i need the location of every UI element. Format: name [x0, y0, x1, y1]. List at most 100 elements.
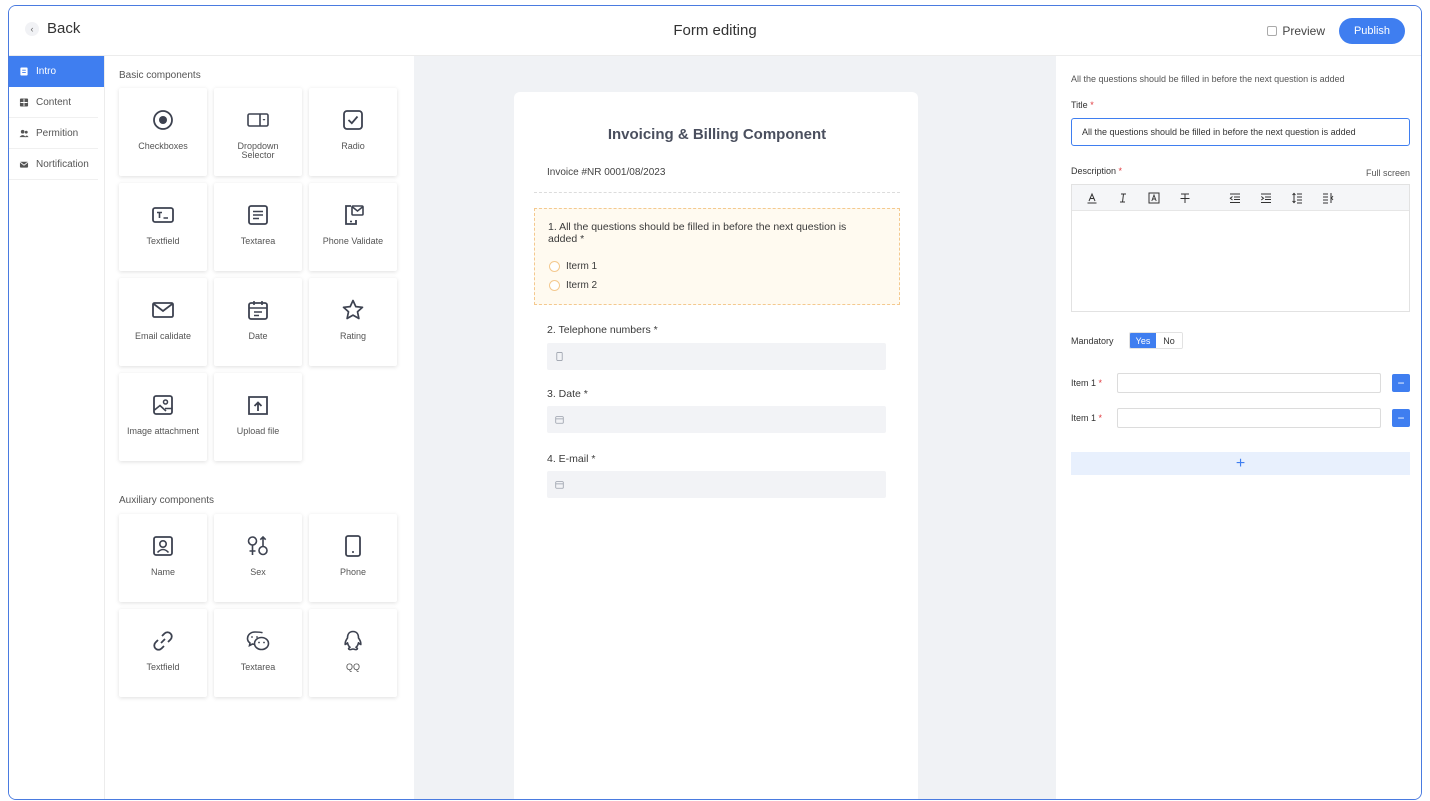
component-checkboxes[interactable]: Checkboxes	[119, 88, 207, 176]
mandatory-yes-option[interactable]: Yes	[1130, 333, 1156, 348]
sidebar-item-permition[interactable]: Permition	[9, 118, 98, 149]
component-label: Textarea	[240, 236, 276, 246]
component-wechat-textarea[interactable]: Textarea	[214, 609, 302, 697]
calendar-icon	[555, 481, 564, 489]
phone-icon	[345, 535, 361, 557]
item-label: Item 1 *	[1071, 413, 1102, 423]
textfield-icon	[152, 207, 174, 223]
component-email-calidate[interactable]: Email calidate	[119, 278, 207, 366]
outdent-button[interactable]	[1229, 192, 1241, 204]
title-input[interactable]	[1071, 118, 1410, 146]
app-window: ‹ Back Form editing Preview Publish Intr…	[8, 5, 1422, 800]
page-title: Form editing	[673, 22, 757, 39]
indent-icon	[1260, 193, 1271, 203]
component-upload-file[interactable]: Upload file	[214, 373, 302, 461]
publish-button[interactable]: Publish	[1339, 18, 1405, 44]
sidebar-item-nortification[interactable]: Nortification	[9, 149, 98, 180]
component-radio[interactable]: Radio	[309, 88, 397, 176]
dropdown-icon	[247, 113, 269, 127]
sidebar-item-content[interactable]: Content	[9, 87, 98, 118]
remove-item-button[interactable]: −	[1392, 374, 1410, 392]
person-icon	[153, 536, 173, 556]
component-link-textfield[interactable]: Textfield	[119, 609, 207, 697]
preview-toggle[interactable]: Preview	[1267, 24, 1325, 38]
auxiliary-components-grid: Name Sex Phone Textfield Textarea QQ	[119, 514, 397, 697]
component-sex[interactable]: Sex	[214, 514, 302, 602]
component-label: Textfield	[146, 662, 180, 672]
font-background-icon	[1148, 192, 1160, 203]
calendar-icon	[555, 416, 564, 424]
option-item-row: Item 1 * −	[1071, 408, 1410, 428]
question-1-selected[interactable]: 1. All the questions should be filled in…	[534, 208, 900, 305]
properties-panel: All the questions should be filled in be…	[1056, 56, 1421, 799]
item-label: Item 1 *	[1071, 378, 1102, 388]
email-input[interactable]	[547, 471, 886, 498]
date-input[interactable]	[547, 406, 886, 433]
component-label: Checkboxes	[138, 141, 188, 151]
component-phone-validate[interactable]: Phone Validate	[309, 183, 397, 271]
link-icon	[153, 631, 173, 651]
description-label-text: Description	[1071, 166, 1117, 176]
component-phone[interactable]: Phone	[309, 514, 397, 602]
qq-icon	[344, 630, 362, 651]
preview-checkbox[interactable]	[1267, 26, 1278, 36]
checkbox-icon	[343, 110, 363, 130]
align-icon	[1323, 192, 1334, 203]
form-header[interactable]: Invoicing & Billing Component Invoice #N…	[534, 112, 900, 193]
radio-dot-icon	[153, 110, 173, 130]
font-background-button[interactable]	[1148, 192, 1160, 204]
radio-option[interactable]: Iterm 2	[549, 280, 597, 291]
question-2-text: 2. Telephone numbers *	[547, 324, 658, 336]
component-label: Phone	[339, 567, 367, 577]
question-4-text: 4. E-mail *	[547, 453, 596, 465]
required-mark: *	[1098, 413, 1103, 423]
fullscreen-link[interactable]: Full screen	[1366, 168, 1410, 178]
remove-item-button[interactable]: −	[1392, 409, 1410, 427]
component-image-attachment[interactable]: Image attachment	[119, 373, 207, 461]
title-label: Title *	[1071, 100, 1094, 110]
basic-components-title: Basic components	[119, 70, 201, 81]
description-label: Description *	[1071, 166, 1122, 176]
indent-button[interactable]	[1260, 192, 1272, 204]
properties-hint: All the questions should be filled in be…	[1071, 74, 1345, 84]
line-height-button[interactable]	[1291, 192, 1303, 204]
mail-icon	[19, 161, 29, 168]
description-editor[interactable]	[1071, 184, 1410, 312]
component-date[interactable]: Date	[214, 278, 302, 366]
telephone-input[interactable]	[547, 343, 886, 370]
italic-icon	[1120, 193, 1126, 202]
sidebar-item-label: Permition	[36, 127, 79, 139]
radio-circle[interactable]	[549, 261, 560, 272]
item-input[interactable]	[1117, 373, 1381, 393]
required-mark: *	[1118, 166, 1123, 176]
required-mark: *	[1098, 378, 1103, 388]
italic-button[interactable]	[1117, 192, 1129, 204]
item-input[interactable]	[1117, 408, 1381, 428]
component-textarea[interactable]: Textarea	[214, 183, 302, 271]
font-color-button[interactable]	[1086, 192, 1098, 204]
auxiliary-components-title: Auxiliary components	[119, 495, 215, 506]
component-label: Image attachment	[126, 426, 200, 436]
form-card: Invoicing & Billing Component Invoice #N…	[514, 92, 918, 799]
component-dropdown-selector[interactable]: Dropdown Selector	[214, 88, 302, 176]
option-item-row: Item 1 * −	[1071, 373, 1410, 393]
component-label: Email calidate	[134, 331, 192, 341]
component-label: Textfield	[146, 236, 180, 246]
component-textfield[interactable]: Textfield	[119, 183, 207, 271]
component-label: Radio	[341, 141, 365, 151]
radio-option[interactable]: Iterm 1	[549, 261, 597, 272]
align-button[interactable]	[1322, 192, 1334, 204]
component-label: Upload file	[236, 426, 280, 436]
mandatory-no-option[interactable]: No	[1156, 333, 1182, 348]
phone-icon	[556, 352, 563, 361]
radio-circle[interactable]	[549, 280, 560, 291]
component-rating[interactable]: Rating	[309, 278, 397, 366]
sidebar-item-intro[interactable]: Intro	[9, 56, 104, 87]
component-name[interactable]: Name	[119, 514, 207, 602]
upload-icon	[248, 396, 268, 415]
strikethrough-button[interactable]	[1179, 192, 1191, 204]
sidebar-nav: Intro Content Permition Nortification	[9, 56, 105, 799]
add-item-button[interactable]: +	[1071, 452, 1410, 475]
title-label-text: Title	[1071, 100, 1088, 110]
component-qq[interactable]: QQ	[309, 609, 397, 697]
